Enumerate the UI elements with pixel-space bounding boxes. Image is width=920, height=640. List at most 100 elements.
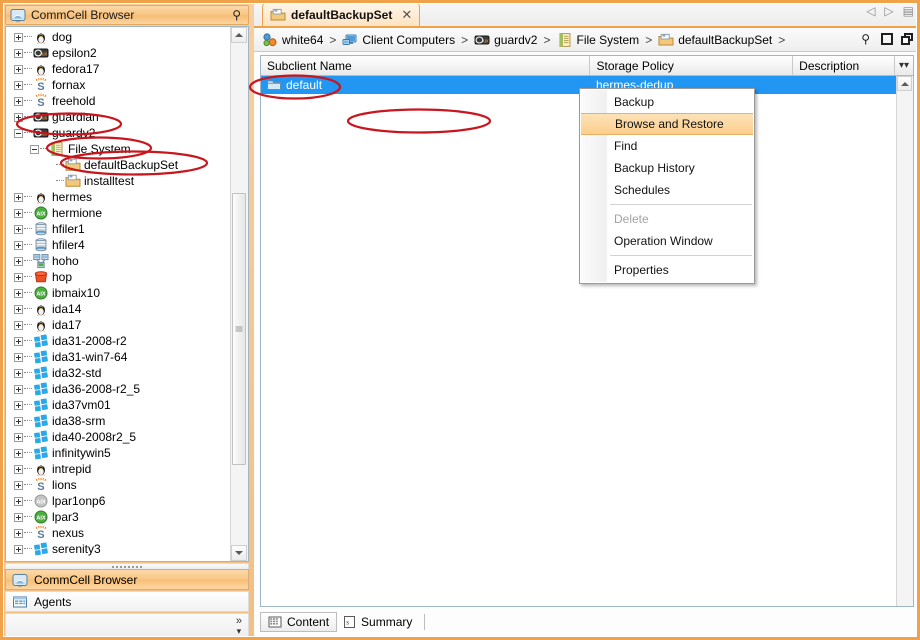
- grid-scroll-up-button[interactable]: [897, 76, 912, 91]
- tree-node-nexus[interactable]: Snexus: [6, 525, 231, 541]
- tree-node-ida37vm01[interactable]: ida37vm01: [6, 397, 231, 413]
- tree-node-fornax[interactable]: Sfornax: [6, 77, 231, 93]
- tree-expand-icon[interactable]: [14, 305, 23, 314]
- tree-expand-icon[interactable]: [14, 241, 23, 250]
- maximize-icon[interactable]: [881, 33, 893, 45]
- tree-node-epsilon2[interactable]: uxepsilon2: [6, 45, 231, 61]
- tab-defaultbackupset[interactable]: defaultBackupSet ✕: [262, 2, 420, 26]
- tree-expand-icon[interactable]: [14, 417, 23, 426]
- tree-node-ida40-2008r2-5[interactable]: ida40-2008r2_5: [6, 429, 231, 445]
- tree-expand-icon[interactable]: [14, 97, 23, 106]
- tree-expand-icon[interactable]: [14, 369, 23, 378]
- restore-icon[interactable]: [901, 33, 913, 45]
- tree-node-dog[interactable]: dog: [6, 29, 231, 45]
- tree-node-ida32-std[interactable]: ida32-std: [6, 365, 231, 381]
- menu-item-browse-and-restore[interactable]: Browse and Restore: [581, 113, 753, 135]
- tree-node-file-system[interactable]: File System: [6, 141, 231, 157]
- tree-node-ida17[interactable]: ida17: [6, 317, 231, 333]
- tree-collapse-icon[interactable]: [14, 129, 23, 138]
- dock-button-commcell-browser[interactable]: CommCell Browser: [5, 569, 249, 590]
- column-header-subclient-name[interactable]: Subclient Name: [261, 56, 590, 75]
- pin-icon[interactable]: ⚲: [861, 33, 873, 45]
- tree-node-ibmaix10[interactable]: AIXibmaix10: [6, 285, 231, 301]
- breadcrumb-item-client-computers[interactable]: Client Computers: [342, 32, 455, 48]
- tree-expand-icon[interactable]: [14, 257, 23, 266]
- breadcrumb-item-defaultbackupset[interactable]: defaultBackupSet: [658, 32, 772, 48]
- tree-scroll-up-button[interactable]: [231, 27, 247, 43]
- tree-node-guardian[interactable]: uxguardian: [6, 109, 231, 125]
- tree-node-lpar3[interactable]: AIXlpar3: [6, 509, 231, 525]
- tree-node-hermes[interactable]: hermes: [6, 189, 231, 205]
- tree-node-hoho[interactable]: hoho: [6, 253, 231, 269]
- tree-scroll-down-button[interactable]: [231, 545, 247, 561]
- tree-node-defaultbackupset[interactable]: defaultBackupSet: [6, 157, 231, 173]
- tab-content[interactable]: Content: [260, 612, 337, 632]
- menu-item-schedules[interactable]: Schedules: [580, 179, 754, 201]
- tree-expand-icon[interactable]: [14, 449, 23, 458]
- tree-expand-icon[interactable]: [14, 321, 23, 330]
- tree-node-infinitywin5[interactable]: infinitywin5: [6, 445, 231, 461]
- tree-expand-icon[interactable]: [14, 353, 23, 362]
- column-header-storage-policy[interactable]: Storage Policy: [590, 56, 793, 75]
- tree-expand-icon[interactable]: [14, 65, 23, 74]
- tree-scrollbar-thumb[interactable]: [232, 193, 246, 465]
- tree-node-hop[interactable]: hop: [6, 269, 231, 285]
- tab-summary[interactable]: s Summary: [336, 612, 419, 632]
- tree-node-ida31-2008-r2[interactable]: ida31-2008-r2: [6, 333, 231, 349]
- tree-expand-icon[interactable]: [14, 81, 23, 90]
- tree-node-hermione[interactable]: AIXhermione: [6, 205, 231, 221]
- tree-node-guardv2[interactable]: uxguardv2: [6, 125, 231, 141]
- nav-back-icon[interactable]: ◁: [866, 4, 875, 18]
- tree-expand-icon[interactable]: [14, 513, 23, 522]
- column-header-description[interactable]: Description: [793, 56, 894, 75]
- tree-expand-icon[interactable]: [14, 433, 23, 442]
- menu-item-operation-window[interactable]: Operation Window: [580, 230, 754, 252]
- tree-node-ida36-2008-r2-5[interactable]: ida36-2008-r2_5: [6, 381, 231, 397]
- breadcrumb-item-guardv2[interactable]: ux guardv2: [474, 32, 537, 48]
- pin-icon[interactable]: ⚲: [232, 9, 244, 21]
- menu-item-backup-history[interactable]: Backup History: [580, 157, 754, 179]
- tree-expand-icon[interactable]: [14, 481, 23, 490]
- tree-node-intrepid[interactable]: intrepid: [6, 461, 231, 477]
- tree-expand-icon[interactable]: [14, 385, 23, 394]
- tree-expand-icon[interactable]: [14, 113, 23, 122]
- tree-node-ida31-win7-64[interactable]: ida31-win7-64: [6, 349, 231, 365]
- tree-expand-icon[interactable]: [14, 497, 23, 506]
- tree-node-installtest[interactable]: installtest: [6, 173, 231, 189]
- tree-expand-icon[interactable]: [14, 273, 23, 282]
- tree-vertical-scrollbar[interactable]: [230, 27, 248, 561]
- tree-node-fedora17[interactable]: fedora17: [6, 61, 231, 77]
- tree-node-lpar1onp6[interactable]: AIXlpar1onp6: [6, 493, 231, 509]
- tree-node-freehold[interactable]: Sfreehold: [6, 93, 231, 109]
- column-chooser-icon[interactable]: ▾▾: [894, 56, 913, 75]
- tree-expand-icon[interactable]: [14, 193, 23, 202]
- tree-expand-icon[interactable]: [14, 337, 23, 346]
- tree-node-hfiler1[interactable]: hfiler1: [6, 221, 231, 237]
- tree-collapse-icon[interactable]: [30, 145, 39, 154]
- double-chevron-right-icon[interactable]: »▾: [236, 617, 242, 636]
- menu-item-properties[interactable]: Properties: [580, 259, 754, 281]
- tree-expand-icon[interactable]: [14, 401, 23, 410]
- tree-expand-icon[interactable]: [14, 289, 23, 298]
- tree-node-hfiler4[interactable]: hfiler4: [6, 237, 231, 253]
- tree-node-serenity3[interactable]: serenity3: [6, 541, 231, 557]
- grid-vertical-scrollbar[interactable]: [896, 76, 913, 606]
- dock-button-agents[interactable]: Agents: [5, 591, 249, 612]
- subclient-context-menu[interactable]: Backup Browse and Restore Find Backup Hi…: [579, 88, 755, 284]
- tree-expand-icon[interactable]: [14, 225, 23, 234]
- tree-expand-icon[interactable]: [14, 49, 23, 58]
- tree-expand-icon[interactable]: [14, 465, 23, 474]
- breadcrumb-item-white64[interactable]: white64: [262, 32, 323, 48]
- tree-node-lions[interactable]: Slions: [6, 477, 231, 493]
- nav-forward-icon[interactable]: ▷: [884, 4, 893, 18]
- menu-item-find[interactable]: Find: [580, 135, 754, 157]
- tree-expand-icon[interactable]: [14, 209, 23, 218]
- tree-node-ida38-srm[interactable]: ida38-srm: [6, 413, 231, 429]
- tree-node-ida14[interactable]: ida14: [6, 301, 231, 317]
- menu-item-backup[interactable]: Backup: [580, 91, 754, 113]
- close-icon[interactable]: ✕: [401, 8, 412, 21]
- tab-list-icon[interactable]: ▤: [903, 4, 914, 18]
- tree-expand-icon[interactable]: [14, 33, 23, 42]
- tree-expand-icon[interactable]: [14, 529, 23, 538]
- breadcrumb-item-file-system[interactable]: File System: [557, 32, 640, 48]
